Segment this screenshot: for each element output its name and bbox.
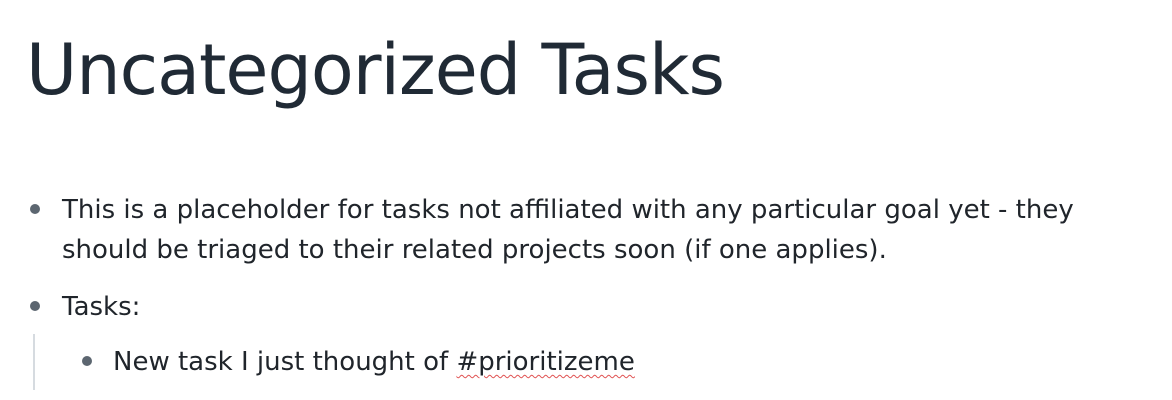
tag-link[interactable]: #prioritizeme (456, 347, 634, 377)
outline: This is a placeholder for tasks not affi… (0, 0, 1172, 400)
bullet-icon[interactable] (82, 356, 92, 366)
bullet-icon[interactable] (30, 204, 40, 214)
page: Uncategorized Tasks This is a placeholde… (0, 0, 1172, 400)
child-indent-guide[interactable] (33, 334, 35, 390)
bullet-icon[interactable] (30, 301, 40, 311)
task-text: New task I just thought of (113, 347, 457, 377)
block-text[interactable]: This is a placeholder for tasks not affi… (62, 190, 1142, 270)
block-text[interactable]: Tasks: (62, 287, 140, 327)
block-text[interactable]: New task I just thought of #prioritizeme (113, 342, 635, 382)
